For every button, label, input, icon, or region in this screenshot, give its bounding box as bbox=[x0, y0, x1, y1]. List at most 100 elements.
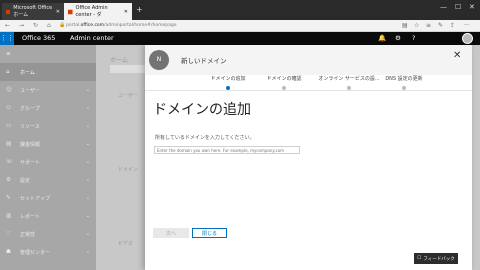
left-nav: ≡ ⌂ ホーム ☺ ユーザー ⌄ ⚇ グループ ⌄ ▭ リソース ⌄ ▤ 課金情報 ⌄ ☏ サポート… bbox=[0, 45, 96, 270]
url-domain: office.com bbox=[80, 23, 105, 28]
panel-header: N 新しいドメイン ✕ bbox=[145, 45, 472, 75]
new-tab-icon[interactable]: + bbox=[136, 5, 143, 14]
url-field[interactable]: portal.office.com/adminportal/home#/home… bbox=[66, 23, 176, 28]
panel-title: 新しいドメイン bbox=[181, 57, 227, 65]
nav-label: 正常性 bbox=[20, 231, 36, 238]
nav-item-settings[interactable]: ⚙ 設定 ⌄ bbox=[0, 171, 96, 189]
hub-icon[interactable]: ≡ bbox=[426, 22, 431, 29]
more-icon[interactable]: ··· bbox=[464, 22, 470, 29]
reading-view-icon[interactable]: ▤ bbox=[402, 22, 408, 29]
chevron-down-icon: ⌄ bbox=[85, 177, 90, 183]
wizard-steps: ドメインの追加 ドメインの確認 オンライン サービスの設... DNS 設定の更… bbox=[145, 75, 472, 90]
browser-tab-admin-center[interactable]: Office Admin center - ダ ✕ bbox=[64, 3, 132, 20]
lock-icon: 🔒 bbox=[59, 22, 66, 28]
nav-item-resources[interactable]: ▭ リソース ⌄ bbox=[0, 117, 96, 135]
chevron-down-icon: ⌄ bbox=[85, 123, 90, 129]
help-icon[interactable]: ? bbox=[412, 34, 415, 42]
nav-item-support[interactable]: ☏ サポート ⌄ bbox=[0, 153, 96, 171]
home-icon[interactable]: ⌂ bbox=[47, 22, 51, 29]
dashboard-home-title: ホーム bbox=[110, 57, 128, 64]
gear-icon[interactable]: ⚙ bbox=[395, 34, 401, 42]
nav-item-setup[interactable]: ✎ セットアップ ⌄ bbox=[0, 189, 96, 207]
share-icon[interactable]: ⇪ bbox=[450, 22, 455, 29]
back-icon[interactable]: ← bbox=[5, 22, 10, 29]
nav-item-billing[interactable]: ▤ 課金情報 ⌄ bbox=[0, 135, 96, 153]
nav-item-reports[interactable]: ▥ レポート ⌄ bbox=[0, 207, 96, 225]
nav-label: グループ bbox=[20, 105, 40, 112]
brand-label[interactable]: Office 365 bbox=[22, 34, 55, 42]
app-name: Admin center bbox=[70, 34, 114, 42]
nav-label: 管理センター bbox=[20, 249, 51, 256]
next-button[interactable]: 次へ bbox=[153, 228, 189, 238]
hamburger-icon: ≡ bbox=[6, 51, 11, 57]
domain-input[interactable] bbox=[154, 146, 300, 154]
chevron-down-icon: ⌄ bbox=[85, 231, 90, 237]
minimize-icon[interactable]: — bbox=[440, 3, 447, 11]
nav-label: レポート bbox=[20, 213, 41, 220]
chevron-down-icon: ⌄ bbox=[85, 249, 90, 255]
bell-icon[interactable]: 🔔 bbox=[378, 34, 386, 42]
home-icon: ⌂ bbox=[6, 69, 10, 75]
resource-icon: ▭ bbox=[6, 123, 12, 129]
chart-icon: ▥ bbox=[6, 213, 12, 219]
dashboard-search-ghost bbox=[110, 65, 146, 73]
group-icon: ⚇ bbox=[6, 105, 11, 111]
chevron-down-icon: ⌄ bbox=[85, 105, 90, 111]
admin-center-icon: ☗ bbox=[6, 249, 11, 255]
step-update-dns: DNS 設定の更新 bbox=[369, 75, 439, 90]
url-prefix: portal. bbox=[66, 23, 81, 28]
refresh-icon[interactable]: ↻ bbox=[33, 22, 38, 29]
video-card-title: ビデオ bbox=[118, 241, 134, 247]
feedback-button[interactable]: ☐ フィードバック bbox=[414, 253, 458, 264]
chevron-down-icon: ⌄ bbox=[85, 141, 90, 147]
tab-close-icon[interactable]: ✕ bbox=[124, 9, 128, 15]
step-label: ドメインの確認 bbox=[266, 76, 302, 82]
billing-icon: ▤ bbox=[6, 141, 12, 147]
avatar[interactable] bbox=[462, 33, 473, 44]
nav-label: サポート bbox=[20, 159, 41, 166]
nav-label: セットアップ bbox=[20, 195, 51, 202]
address-bar-row: ← → ↻ ⌂ 🔒 portal.office.com/adminportal/… bbox=[0, 20, 480, 32]
browser-tab-bar: Microsoft Office ホーム ✕ Office Admin cent… bbox=[0, 0, 480, 20]
nav-label: 設定 bbox=[20, 177, 31, 184]
divider bbox=[145, 90, 472, 91]
tab-label: Office Admin center - ダ bbox=[75, 5, 108, 18]
browser-tab-office-home[interactable]: Microsoft Office ホーム ✕ bbox=[2, 3, 64, 20]
window-close-icon[interactable]: ✕ bbox=[469, 3, 475, 11]
chevron-down-icon: ⌄ bbox=[85, 159, 90, 165]
panel-avatar-circle: N bbox=[149, 50, 169, 70]
feedback-label: フィードバック bbox=[423, 256, 455, 262]
gear-icon: ⚙ bbox=[6, 177, 11, 183]
step-label: ドメインの追加 bbox=[210, 76, 246, 82]
forward-icon[interactable]: → bbox=[19, 22, 24, 29]
page-title: ドメインの追加 bbox=[153, 102, 251, 118]
heart-icon: ♡ bbox=[6, 231, 11, 237]
nav-item-users[interactable]: ☺ ユーザー ⌄ bbox=[0, 81, 96, 99]
nav-collapse[interactable]: ≡ bbox=[0, 45, 96, 63]
domains-card-title: ドメイン bbox=[118, 167, 139, 173]
maximize-icon[interactable]: ☐ bbox=[455, 3, 461, 11]
notes-icon[interactable]: ✎ bbox=[438, 22, 443, 29]
nav-label: ユーザー bbox=[20, 87, 40, 94]
favorite-star-icon[interactable]: ☆ bbox=[414, 22, 419, 29]
chevron-down-icon: ⌄ bbox=[85, 213, 90, 219]
url-path: /adminportal/home#/homepage bbox=[104, 23, 177, 28]
nav-item-groups[interactable]: ⚇ グループ ⌄ bbox=[0, 99, 96, 117]
nav-item-admin-centers[interactable]: ☗ 管理センター ⌄ bbox=[0, 243, 96, 261]
close-icon[interactable]: ✕ bbox=[453, 50, 461, 61]
o365-header: ⋮⋮ Office 365 Admin center 🔔 ⚙ ? bbox=[0, 32, 480, 45]
close-button[interactable]: 閉じる bbox=[192, 228, 227, 238]
tab-close-icon[interactable]: ✕ bbox=[56, 9, 60, 15]
office-favicon-icon bbox=[6, 9, 11, 14]
nav-label: ホーム bbox=[20, 69, 35, 76]
nav-item-home[interactable]: ⌂ ホーム bbox=[0, 63, 96, 81]
wrench-icon: ✎ bbox=[6, 195, 11, 201]
app-launcher-icon[interactable]: ⋮⋮ bbox=[0, 32, 14, 45]
tab-label: Microsoft Office ホーム bbox=[13, 5, 53, 18]
nav-item-health[interactable]: ♡ 正常性 ⌄ bbox=[0, 225, 96, 243]
users-card-title: ユーザー bbox=[118, 93, 138, 99]
support-icon: ☏ bbox=[6, 159, 13, 165]
nav-label: リソース bbox=[20, 123, 40, 130]
step-label: DNS 設定の更新 bbox=[385, 76, 423, 82]
new-domain-panel: N 新しいドメイン ✕ ドメインの追加 ドメインの確認 オンライン サービスの設… bbox=[145, 45, 472, 270]
